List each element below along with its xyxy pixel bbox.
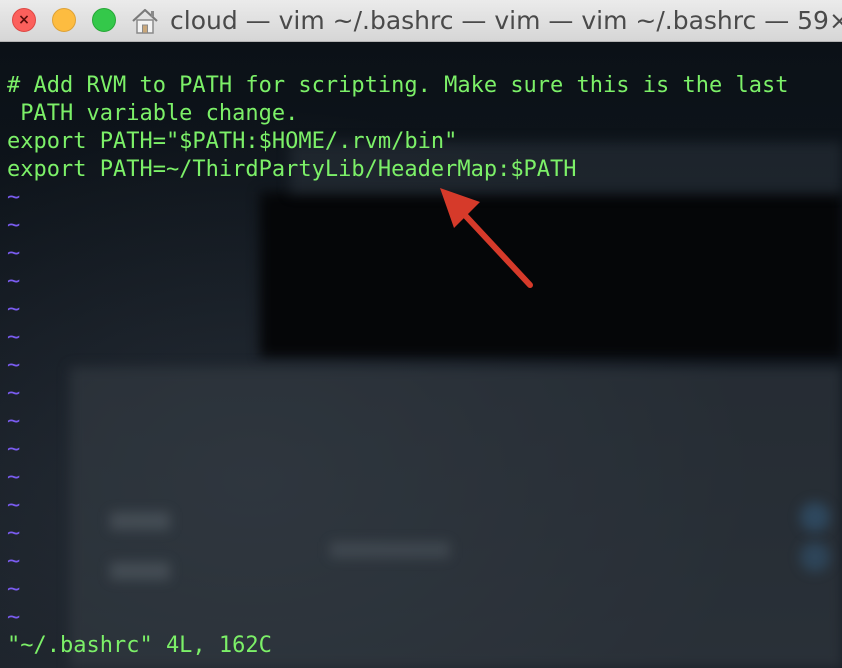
- terminal-content[interactable]: # Add RVM to PATH for scripting. Make su…: [0, 42, 842, 668]
- vim-status-line: "~/.bashrc" 4L, 162C: [7, 633, 272, 658]
- buffer-line[interactable]: PATH variable change.: [7, 100, 837, 128]
- empty-line-marker: ~: [7, 437, 21, 462]
- zoom-button[interactable]: [92, 8, 116, 32]
- empty-line-markers: ~ ~ ~ ~ ~ ~ ~ ~ ~ ~ ~ ~ ~ ~ ~ ~: [7, 184, 837, 632]
- empty-line-marker: ~: [7, 605, 21, 630]
- empty-line-marker: ~: [7, 269, 21, 294]
- window-title: cloud — vim ~/.bashrc — vim — vim ~/.bas…: [170, 6, 842, 35]
- buffer-line[interactable]: # Add RVM to PATH for scripting. Make su…: [7, 72, 837, 100]
- buffer-line[interactable]: export PATH=~/ThirdPartyLib/HeaderMap:$P…: [7, 156, 837, 184]
- buffer-line[interactable]: export PATH="$PATH:$HOME/.rvm/bin": [7, 128, 837, 156]
- empty-line-marker: ~: [7, 381, 21, 406]
- empty-line-marker: ~: [7, 325, 21, 350]
- close-button[interactable]: ×: [12, 8, 36, 32]
- empty-line-marker: ~: [7, 409, 21, 434]
- empty-line-marker: ~: [7, 241, 21, 266]
- empty-line-marker: ~: [7, 549, 21, 574]
- empty-line-marker: ~: [7, 521, 21, 546]
- empty-line-marker: ~: [7, 213, 21, 238]
- close-icon: ×: [18, 12, 30, 28]
- minimize-button[interactable]: [52, 8, 76, 32]
- empty-line-marker: ~: [7, 297, 21, 322]
- empty-line-marker: ~: [7, 493, 21, 518]
- empty-line-marker: ~: [7, 185, 21, 210]
- empty-line-marker: ~: [7, 577, 21, 602]
- vim-buffer[interactable]: # Add RVM to PATH for scripting. Make su…: [7, 72, 837, 632]
- empty-line-marker: ~: [7, 465, 21, 490]
- home-folder-icon: [132, 8, 158, 34]
- terminal-window: × cloud — vim ~/.bashrc — vim — vim ~/.b…: [0, 0, 842, 668]
- title-bar[interactable]: × cloud — vim ~/.bashrc — vim — vim ~/.b…: [0, 0, 842, 42]
- empty-line-marker: ~: [7, 353, 21, 378]
